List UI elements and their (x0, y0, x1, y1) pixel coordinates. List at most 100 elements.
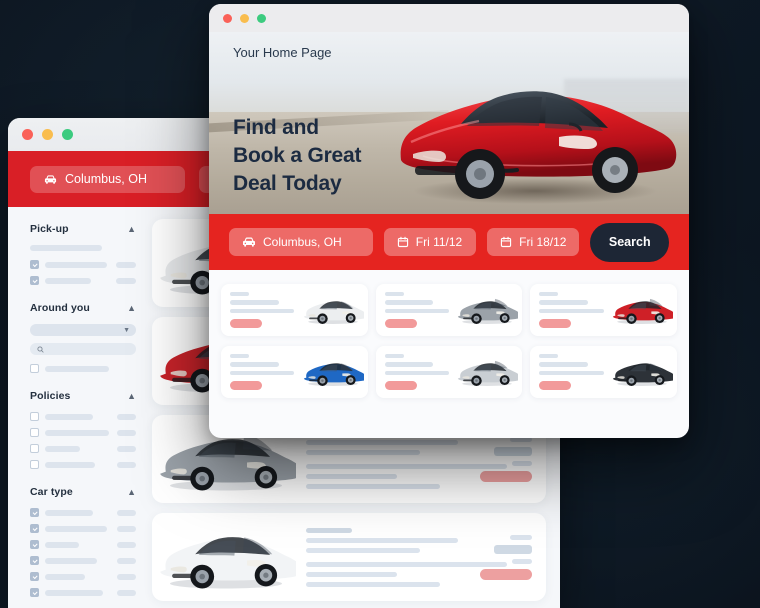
checkbox-checked[interactable] (30, 556, 39, 565)
result-card-text-line (384, 291, 404, 297)
filter-option-row[interactable] (30, 364, 136, 373)
filter-option-row[interactable] (30, 460, 136, 469)
listing-price-line (494, 446, 532, 456)
close-button[interactable] (223, 13, 232, 23)
filter-option-count-bar (117, 541, 136, 548)
front-location-value: Columbus, OH (263, 235, 342, 249)
maximize-button[interactable] (62, 129, 73, 140)
checkbox-checked[interactable] (30, 508, 39, 517)
result-card[interactable] (221, 346, 368, 398)
chevron-up-icon[interactable]: ▲ (127, 224, 136, 234)
front-window-home-page[interactable]: Your Home Page Find and Book a Great Dea… (209, 4, 689, 438)
checkbox-unchecked[interactable] (30, 444, 39, 453)
result-card-price-button[interactable] (230, 319, 262, 329)
result-card-text-line (539, 362, 589, 367)
filter-option-row[interactable] (30, 508, 136, 517)
checkbox-unchecked[interactable] (30, 364, 39, 373)
result-card-details (230, 353, 298, 391)
front-pickup-date-input[interactable]: Fri 11/12 (383, 228, 477, 256)
result-card-text-line (230, 291, 249, 297)
result-card-text-line (539, 353, 559, 359)
filter-option-label-bar (45, 461, 95, 468)
result-card[interactable] (375, 346, 523, 398)
front-return-date-input[interactable]: Fri 18/12 (487, 228, 580, 256)
minimize-button[interactable] (240, 13, 249, 23)
result-card-details (230, 291, 298, 329)
checkbox-checked[interactable] (30, 524, 39, 533)
filter-select-dropdown[interactable]: ▼ (30, 324, 136, 336)
filter-option-row[interactable] (30, 444, 136, 453)
maximize-button[interactable] (257, 13, 266, 23)
filter-option-count-bar (117, 461, 136, 468)
back-location-input[interactable]: Columbus, OH (30, 165, 185, 193)
result-card-price-button[interactable] (539, 381, 572, 391)
result-card-text-line (384, 362, 434, 367)
result-card[interactable] (221, 284, 368, 336)
filter-option-row[interactable] (30, 276, 136, 285)
listing-text-line (306, 483, 440, 489)
close-button[interactable] (22, 129, 33, 140)
filter-group-header[interactable]: Pick-up ▲ (30, 223, 136, 235)
filter-option-row[interactable] (30, 524, 136, 533)
filter-group-title: Around you (30, 302, 90, 314)
filter-option-count-bar (116, 261, 136, 268)
listing-book-button[interactable] (480, 568, 532, 580)
result-card[interactable] (375, 284, 523, 336)
checkbox-checked[interactable] (30, 588, 39, 597)
filter-option-row[interactable] (30, 572, 136, 581)
filter-option-row[interactable] (30, 428, 136, 437)
hero-headline-line-2: Book a Great (233, 143, 362, 167)
result-card-price-button[interactable] (384, 319, 417, 329)
result-card-text-line (230, 362, 279, 367)
filter-group-header[interactable]: Policies ▲ (30, 390, 136, 402)
filter-option-row[interactable] (30, 556, 136, 565)
filter-group-header[interactable]: Car type ▲ (30, 486, 136, 498)
filter-group: Pick-up ▲ (30, 223, 136, 285)
filter-group-title: Policies (30, 390, 71, 402)
listing-price-area (474, 534, 532, 580)
listing-book-button[interactable] (480, 470, 532, 482)
result-card[interactable] (530, 284, 677, 336)
result-card-price-button[interactable] (539, 319, 572, 329)
filter-placeholder-bar (30, 245, 102, 251)
result-card-text-line (539, 370, 604, 376)
filter-option-row[interactable] (30, 540, 136, 549)
filter-option-count-bar (117, 509, 136, 516)
result-card-price-button[interactable] (384, 381, 417, 391)
result-card-text-line (384, 370, 449, 376)
filter-option-count-bar (117, 525, 136, 532)
listing-text-line (306, 581, 440, 587)
listing-card[interactable] (152, 513, 546, 601)
result-card-text-line (230, 370, 295, 376)
checkbox-checked[interactable] (30, 572, 39, 581)
search-button[interactable]: Search (590, 222, 669, 262)
checkbox-unchecked[interactable] (30, 412, 39, 421)
listing-car-image (156, 520, 301, 594)
result-card-text-line (384, 353, 404, 359)
filter-option-row[interactable] (30, 588, 136, 597)
chevron-up-icon[interactable]: ▲ (127, 391, 136, 401)
filter-option-row[interactable] (30, 412, 136, 421)
front-pickup-date-value: Fri 11/12 (415, 235, 463, 249)
minimize-button[interactable] (42, 129, 53, 140)
filter-option-row[interactable] (30, 260, 136, 269)
chevron-up-icon[interactable]: ▲ (127, 303, 136, 313)
filter-option-count-bar (117, 557, 136, 564)
filter-option-count-bar (117, 445, 136, 452)
checkbox-checked[interactable] (30, 276, 39, 285)
checkbox-checked[interactable] (30, 260, 39, 269)
front-window-titlebar (209, 4, 689, 32)
filter-search-input[interactable] (30, 343, 136, 355)
checkbox-unchecked[interactable] (30, 460, 39, 469)
filter-group-header[interactable]: Around you ▲ (30, 302, 136, 314)
checkbox-checked[interactable] (30, 540, 39, 549)
result-card-price-button[interactable] (230, 381, 262, 391)
filter-option-count-bar (117, 413, 136, 420)
result-card[interactable] (530, 346, 677, 398)
listing-price-note-line (512, 460, 532, 466)
checkbox-unchecked[interactable] (30, 428, 39, 437)
listing-text-line (306, 439, 458, 445)
front-location-input[interactable]: Columbus, OH (229, 228, 373, 256)
chevron-up-icon[interactable]: ▲ (127, 487, 136, 497)
result-card-car-image (456, 293, 521, 327)
